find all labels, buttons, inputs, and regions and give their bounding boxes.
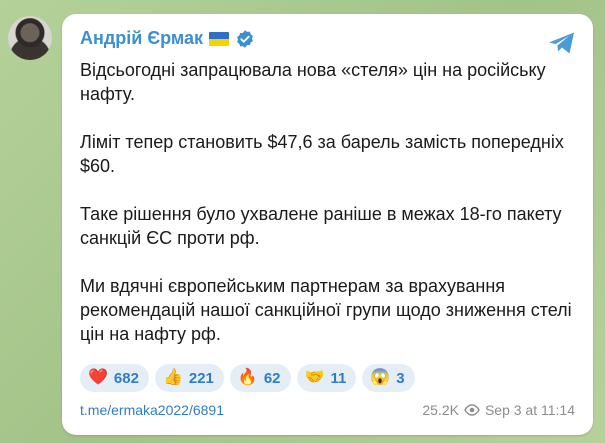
reaction-thumbs-up[interactable]: 👍 221 (154, 364, 224, 392)
eye-icon (464, 404, 480, 416)
message-footer: t.me/ermaka2022/6891 25.2K Sep 3 at 11:1… (80, 402, 575, 418)
view-count: 25.2K (422, 402, 459, 418)
fire-icon: 🔥 (237, 369, 258, 386)
reaction-fire[interactable]: 🔥 62 (229, 364, 291, 392)
verified-badge-icon (237, 29, 253, 48)
heart-icon: ❤️ (88, 369, 108, 386)
thumbs-up-icon: 👍 (162, 369, 183, 386)
reaction-count: 682 (113, 369, 139, 387)
reaction-count: 62 (263, 369, 281, 387)
post-link[interactable]: t.me/ermaka2022/6891 (80, 402, 224, 418)
reaction-heart[interactable]: ❤️ 682 (80, 364, 149, 392)
reactions-bar: ❤️ 682 👍 221 🔥 62 🤝 11 😱 3 (80, 364, 415, 392)
message-meta: 25.2K Sep 3 at 11:14 (422, 402, 575, 418)
message-paragraph: Відсьогодні запрацювала нова «стеля» цін… (80, 60, 546, 104)
telegram-share-icon[interactable] (547, 30, 577, 56)
reaction-scream[interactable]: 😱 3 (362, 364, 415, 392)
reaction-count: 11 (330, 369, 347, 387)
reaction-count: 3 (396, 369, 405, 387)
avatar[interactable] (8, 16, 52, 60)
reaction-count: 221 (188, 369, 214, 387)
message-header: Андрій Єрмак (80, 28, 255, 49)
message-text: Відсьогодні запрацювала нова «стеля» цін… (80, 58, 580, 370)
message-paragraph: Ліміт тепер становить $47,6 за барель за… (80, 132, 564, 176)
timestamp: Sep 3 at 11:14 (484, 402, 575, 418)
message-paragraph: Таке рішення було ухвалене раніше в межа… (80, 204, 562, 248)
channel-name[interactable]: Андрій Єрмак (80, 28, 203, 49)
message-bubble: Андрій Єрмак Відсьогодні запрацювала нов… (62, 14, 593, 435)
scream-icon: 😱 (370, 369, 391, 386)
handshake-icon: 🤝 (304, 369, 325, 386)
ukraine-flag-icon (209, 31, 230, 46)
reaction-handshake[interactable]: 🤝 11 (296, 364, 357, 392)
message-paragraph: Ми вдячні європейським партнерам за врах… (80, 276, 572, 344)
